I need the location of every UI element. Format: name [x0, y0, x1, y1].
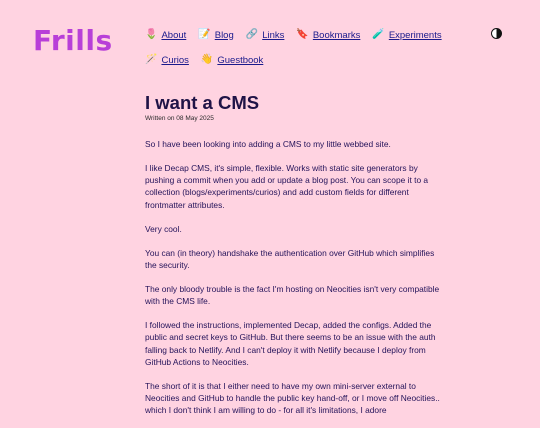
- nav-link-guestbook[interactable]: Guestbook: [217, 55, 263, 66]
- main-nav: 🌷 About 📝 Blog 🔗 Links 🔖 Bookmarks 🧪 Exp…: [145, 28, 485, 78]
- bookmark-icon: 🔖: [296, 29, 309, 40]
- post-paragraph: Very cool.: [145, 223, 182, 234]
- post-body: So I have been looking into adding a CMS…: [145, 138, 440, 417]
- post-date: Written on 08 May 2025: [145, 115, 214, 122]
- nav-row-1: 🌷 About 📝 Blog 🔗 Links 🔖 Bookmarks 🧪 Exp…: [145, 28, 485, 42]
- waving-hand-icon: 👋: [200, 54, 214, 65]
- nav-item-bookmarks[interactable]: 🔖 Bookmarks: [296, 30, 360, 41]
- nav-item-experiments[interactable]: 🧪 Experiments: [372, 30, 441, 41]
- theme-toggle-icon[interactable]: [491, 28, 502, 39]
- nav-link-bookmarks[interactable]: Bookmarks: [313, 30, 361, 41]
- wand-icon: 🪄: [145, 54, 158, 65]
- post-paragraph: The only bloody trouble is the fact I'm …: [145, 283, 440, 307]
- nav-link-curios[interactable]: Curios: [161, 55, 188, 66]
- post-paragraph: So I have been looking into adding a CMS…: [145, 139, 391, 149]
- nav-item-guestbook[interactable]: 👋 Guestbook: [201, 55, 263, 66]
- nav-item-blog[interactable]: 📝 Blog: [198, 30, 233, 41]
- link-icon: 🔗: [245, 29, 259, 40]
- test-tube-icon: 🧪: [372, 29, 385, 40]
- memo-icon: 📝: [198, 29, 211, 40]
- post-paragraph: The short of it is that I either need to…: [145, 380, 440, 416]
- post-paragraph: I like Decap CMS, it's simple, flexible.…: [145, 162, 429, 210]
- nav-link-blog[interactable]: Blog: [215, 30, 234, 41]
- nav-link-experiments[interactable]: Experiments: [389, 30, 442, 41]
- nav-link-links[interactable]: Links: [262, 30, 284, 41]
- site-logo[interactable]: Frills: [33, 24, 113, 57]
- post-title: I want a CMS: [145, 92, 260, 113]
- post-article: I want a CMS Written on 08 May 2025 So I…: [145, 92, 440, 428]
- tulip-icon: 🌷: [145, 29, 158, 40]
- post-paragraph: I followed the instructions, implemented…: [145, 319, 436, 367]
- post-paragraph: You can (in theory) handshake the authen…: [145, 247, 435, 270]
- nav-row-2: 🪄 Curios 👋 Guestbook: [145, 53, 485, 67]
- nav-item-curios[interactable]: 🪄 Curios: [145, 55, 189, 66]
- nav-link-about[interactable]: About: [161, 30, 186, 41]
- nav-item-about[interactable]: 🌷 About: [145, 30, 186, 41]
- nav-item-links[interactable]: 🔗 Links: [246, 30, 285, 41]
